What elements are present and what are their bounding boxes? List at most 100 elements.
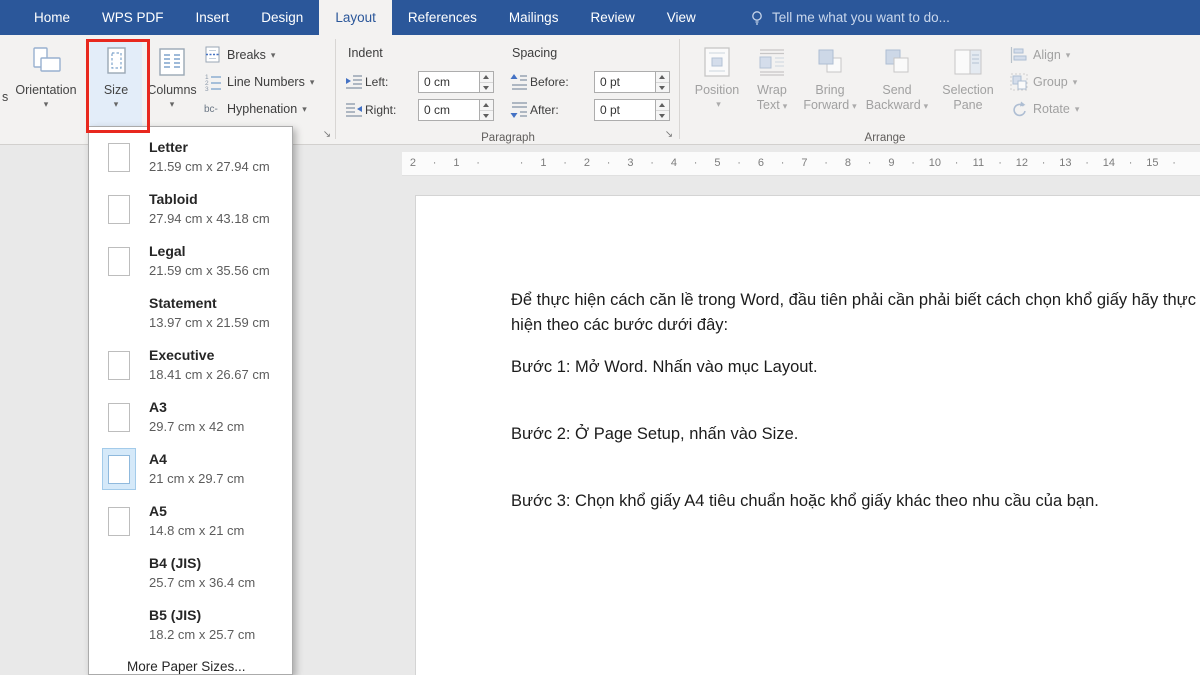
tab-label: Insert [196, 10, 230, 25]
group-button[interactable]: Group ▾ [1010, 70, 1077, 94]
stepper-down-icon[interactable] [656, 110, 669, 121]
ribbon-tab[interactable]: Insert [180, 0, 246, 35]
page-setup-dialog-launcher[interactable]: ↘ [320, 128, 334, 142]
dropdown-arrow-icon: ▾ [1075, 105, 1080, 114]
paper-preview-icon [103, 397, 135, 437]
paper-size-option[interactable]: B5 (JIS) 18.2 cm x 25.7 cm [89, 599, 292, 651]
selection-pane-button[interactable]: Selection Pane [936, 40, 1000, 132]
paper-preview-icon [103, 137, 135, 177]
wrap-text-button[interactable]: Wrap Text▾ [748, 40, 796, 132]
paper-size-name: Executive [149, 346, 270, 364]
paragraph-dialog-launcher[interactable]: ↘ [662, 128, 676, 142]
spacing-after-icon [510, 101, 528, 119]
position-button[interactable]: Position ▾ [690, 40, 744, 132]
spacing-after-stepper[interactable] [656, 99, 670, 121]
paper-size-option[interactable]: Tabloid 27.94 cm x 43.18 cm [89, 183, 292, 235]
columns-button[interactable]: Columns ▾ [146, 40, 198, 132]
indent-right-input[interactable] [418, 99, 480, 121]
paper-size-dimensions: 21.59 cm x 27.94 cm [149, 158, 270, 176]
stepper-up-icon[interactable] [480, 100, 493, 110]
paper-size-option[interactable]: Legal 21.59 cm x 35.56 cm [89, 235, 292, 287]
ribbon-tab[interactable]: References [392, 0, 493, 35]
indent-left-input[interactable] [418, 71, 480, 93]
more-paper-sizes-item[interactable]: More Paper Sizes... [89, 651, 292, 674]
paragraph-group: Indent Spacing Left: Right: Before: [336, 35, 680, 145]
dropdown-arrow-icon: ▾ [716, 100, 721, 109]
indent-left-stepper[interactable] [480, 71, 494, 93]
stepper-up-icon[interactable] [656, 72, 669, 82]
line-numbers-button[interactable]: 123 Line Numbers ▾ [204, 70, 314, 94]
dropdown-arrow-icon: ▾ [114, 100, 119, 109]
dropdown-arrow-icon: ▾ [310, 78, 315, 87]
ruler-mark: 7 [794, 152, 816, 175]
tab-label: Home [34, 10, 70, 25]
ribbon-tab[interactable]: WPS PDF [86, 0, 180, 35]
paper-size-option[interactable]: A3 29.7 cm x 42 cm [89, 391, 292, 443]
ribbon-tab[interactable]: Home [18, 0, 86, 35]
hyphenation-button[interactable]: bc- Hyphenation ▾ [204, 97, 307, 121]
tab-label: Mailings [509, 10, 559, 25]
orientation-icon [29, 44, 63, 80]
paper-size-option[interactable]: A5 14.8 cm x 21 cm [89, 495, 292, 547]
ruler-mark: · [946, 152, 968, 175]
line-numbers-icon: 123 [204, 73, 222, 91]
paper-size-dimensions: 27.94 cm x 43.18 cm [149, 210, 270, 228]
ruler-mark: 9 [881, 152, 903, 175]
stepper-down-icon[interactable] [480, 110, 493, 121]
wrap-text-icon [755, 44, 789, 80]
orientation-button[interactable]: Orientation ▾ [8, 40, 84, 132]
tab-label: Layout [335, 10, 376, 25]
paper-size-option[interactable]: B4 (JIS) 25.7 cm x 36.4 cm [89, 547, 292, 599]
ribbon-tab[interactable]: View [651, 0, 712, 35]
spacing-before-input[interactable] [594, 71, 656, 93]
ruler-mark: 13 [1055, 152, 1077, 175]
paper-size-option[interactable]: Executive 18.41 cm x 26.67 cm [89, 339, 292, 391]
stepper-up-icon[interactable] [656, 100, 669, 110]
ruler-mark: · [598, 152, 620, 175]
stepper-down-icon[interactable] [480, 82, 493, 93]
document-paragraph[interactable]: Để thực hiện cách căn lề trong Word, đầu… [511, 288, 1199, 338]
dropdown-arrow-icon: ▾ [852, 102, 857, 111]
arrange-group-label: Arrange [680, 132, 1090, 144]
paper-size-name: Tabloid [149, 190, 270, 208]
breaks-button[interactable]: Breaks ▾ [204, 43, 275, 67]
paper-size-name: Statement [149, 294, 270, 312]
document-paragraph[interactable]: Bước 1: Mở Word. Nhấn vào mục Layout. [511, 355, 1199, 380]
stepper-down-icon[interactable] [656, 82, 669, 93]
ribbon-tab[interactable]: Review [574, 0, 650, 35]
send-backward-icon [880, 44, 914, 80]
indent-right-stepper[interactable] [480, 99, 494, 121]
lightbulb-icon [749, 10, 765, 26]
document-paragraph[interactable]: Bước 2: Ở Page Setup, nhấn vào Size. [511, 422, 1199, 447]
columns-icon [155, 44, 189, 80]
ribbon-tab[interactable]: Layout [319, 0, 392, 35]
rotate-button[interactable]: Rotate ▾ [1010, 97, 1079, 121]
svg-text:3: 3 [205, 86, 209, 91]
paper-size-dimensions: 25.7 cm x 36.4 cm [149, 574, 255, 592]
ruler-mark: · [641, 152, 663, 175]
stepper-up-icon[interactable] [480, 72, 493, 82]
align-button[interactable]: Align ▾ [1010, 43, 1070, 67]
spacing-before-stepper[interactable] [656, 71, 670, 93]
svg-text:bc-: bc- [204, 104, 218, 115]
paper-size-option[interactable]: Statement 13.97 cm x 21.59 cm [89, 287, 292, 339]
page-break-icon [204, 46, 222, 64]
hyphenation-icon: bc- [204, 100, 222, 118]
bring-forward-button[interactable]: Bring Forward▾ [800, 40, 860, 132]
document-text[interactable]: Để thực hiện cách căn lề trong Word, đầu… [511, 288, 1199, 556]
paper-size-dimensions: 18.41 cm x 26.67 cm [149, 366, 270, 384]
ruler-mark: · [1163, 152, 1185, 175]
size-button[interactable]: Size ▾ [90, 40, 142, 132]
ribbon-tab[interactable]: Design [245, 0, 319, 35]
paper-size-option[interactable]: Letter 21.59 cm x 27.94 cm [89, 131, 292, 183]
send-backward-button[interactable]: Send Backward▾ [864, 40, 930, 132]
spacing-after-input[interactable] [594, 99, 656, 121]
paper-size-option[interactable]: A4 21 cm x 29.7 cm [89, 443, 292, 495]
ruler-mark: 15 [1142, 152, 1164, 175]
ruler-mark: · [815, 152, 837, 175]
ruler-mark: · [772, 152, 794, 175]
document-paragraph[interactable]: Bước 3: Chọn khổ giấy A4 tiêu chuẩn hoặc… [511, 489, 1199, 514]
tell-me-box[interactable]: Tell me what you want to do... [749, 0, 950, 35]
document-page[interactable]: Để thực hiện cách căn lề trong Word, đầu… [415, 195, 1200, 675]
ribbon-tab[interactable]: Mailings [493, 0, 575, 35]
